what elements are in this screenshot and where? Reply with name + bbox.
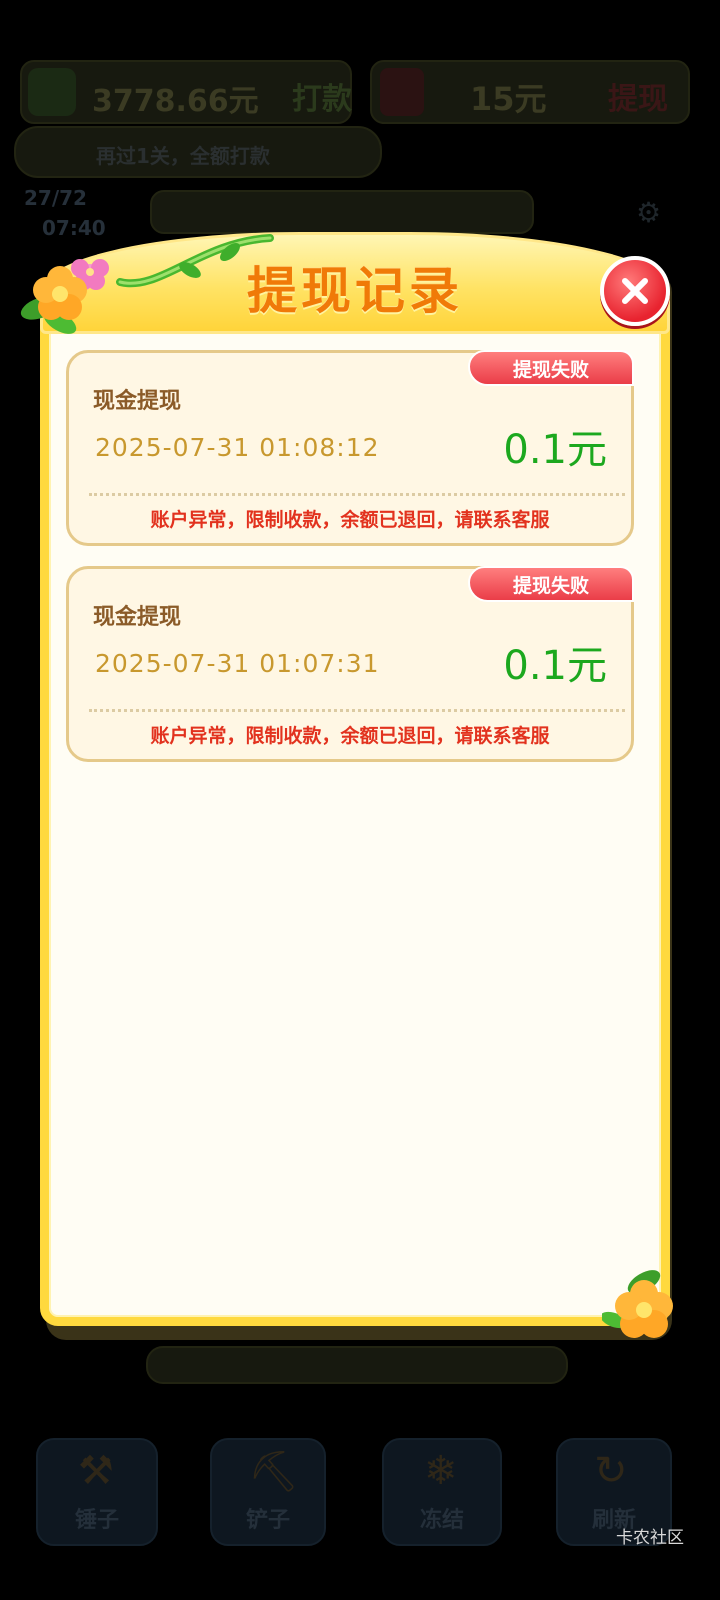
record-card: 提现失败 现金提现 2025-07-31 01:08:12 0.1元 账户异常，… bbox=[66, 350, 634, 546]
close-icon bbox=[622, 278, 648, 304]
redpacket-icon bbox=[380, 68, 424, 116]
tool-shovel-button[interactable]: ⛏ 铲子 bbox=[210, 1438, 326, 1546]
record-amount: 0.1元 bbox=[503, 643, 607, 689]
redpacket-amount: 15元 bbox=[470, 80, 547, 118]
bottom-slot bbox=[146, 1346, 568, 1384]
cash-icon bbox=[28, 68, 76, 116]
balance-bar: 3778.66元 打款 bbox=[20, 60, 352, 124]
tool-hammer-button[interactable]: ⚒ 锤子 bbox=[36, 1438, 158, 1546]
freeze-icon: ❄ bbox=[424, 1448, 458, 1494]
divider bbox=[89, 709, 625, 712]
settings-icon[interactable]: ⚙ bbox=[636, 196, 661, 229]
record-type: 现金提现 bbox=[93, 389, 182, 414]
tool-label: 锤子 bbox=[74, 1508, 119, 1533]
watermark-text: 卡农社区 bbox=[616, 1528, 684, 1548]
flower-decoration-icon bbox=[602, 1270, 673, 1338]
tool-label: 冻结 bbox=[419, 1508, 464, 1533]
tool-freeze-button[interactable]: ❄ 冻结 bbox=[382, 1438, 502, 1546]
record-note: 账户异常，限制收款，余额已退回，请联系客服 bbox=[150, 509, 550, 531]
withdraw-button[interactable]: 提现 bbox=[608, 74, 668, 118]
record-type: 现金提现 bbox=[93, 605, 182, 630]
hammer-icon: ⚒ bbox=[78, 1448, 114, 1494]
record-card: 提现失败 现金提现 2025-07-31 01:07:31 0.1元 账户异常，… bbox=[66, 566, 634, 762]
redpacket-bar: 15元 提现 bbox=[370, 60, 690, 124]
hint-banner: 再过1关，全额打款 bbox=[14, 126, 382, 178]
progress-bar bbox=[150, 190, 534, 234]
record-time: 2025-07-31 01:07:31 bbox=[95, 649, 380, 678]
payout-button[interactable]: 打款 bbox=[292, 74, 352, 118]
tool-label: 铲子 bbox=[245, 1508, 290, 1533]
status-badge: 提现失败 bbox=[468, 350, 634, 386]
flower-decoration-icon bbox=[20, 259, 109, 334]
level-text: 27/72 bbox=[24, 186, 87, 210]
divider bbox=[89, 493, 625, 496]
record-note: 账户异常，限制收款，余额已退回，请联系客服 bbox=[150, 725, 550, 747]
record-amount: 0.1元 bbox=[503, 427, 607, 473]
status-badge: 提现失败 bbox=[468, 566, 634, 602]
refresh-icon: ↻ bbox=[594, 1448, 628, 1494]
record-time: 2025-07-31 01:08:12 bbox=[95, 433, 380, 462]
vine-decoration-icon bbox=[116, 234, 274, 288]
balance-text: 3778.66元 bbox=[92, 84, 259, 119]
shovel-icon: ⛏ bbox=[248, 1449, 299, 1495]
hint-text: 再过1关，全额打款 bbox=[96, 144, 270, 168]
close-button[interactable] bbox=[600, 256, 670, 326]
withdraw-record-dialog: 提现记录 提现失败 现金提现 2025-07-31 01:08:12 0.1元 … bbox=[20, 232, 673, 1340]
